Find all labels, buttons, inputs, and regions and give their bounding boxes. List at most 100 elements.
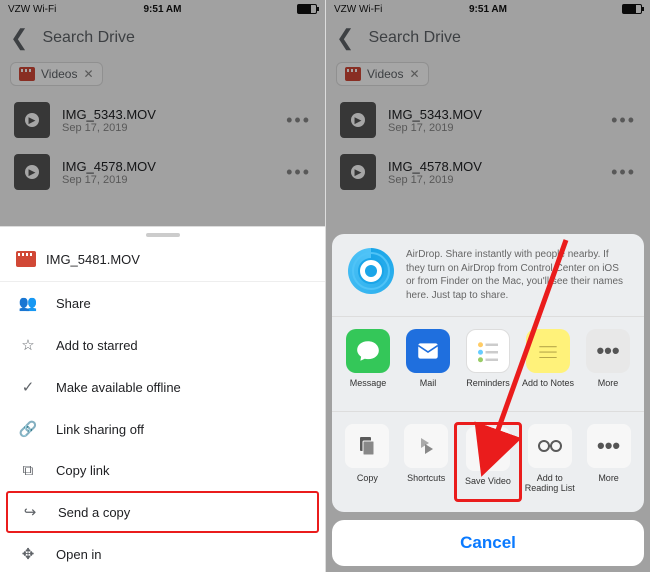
share-action-copy[interactable]: Copy (338, 424, 396, 500)
action-label: Add to Reading List (521, 474, 579, 494)
close-icon[interactable]: ✕ (409, 67, 419, 81)
star-icon: ☆ (18, 336, 38, 354)
ios-share-sheet: AirDrop. Share instantly with people nea… (332, 234, 644, 566)
glasses-icon (528, 424, 572, 468)
app-label: Add to Notes (522, 379, 574, 399)
menu-label: Link sharing off (56, 422, 144, 437)
cancel-button[interactable]: Cancel (332, 520, 644, 566)
file-row[interactable]: ▶ IMG_5343.MOV Sep 17, 2019 ••• (0, 94, 325, 146)
mail-icon (406, 329, 450, 373)
action-label: Copy (357, 474, 378, 494)
more-icon[interactable]: ••• (286, 162, 311, 183)
action-label: More (598, 474, 619, 494)
file-name: IMG_4578.MOV (62, 159, 274, 174)
menu-label: Make available offline (56, 380, 181, 395)
close-icon[interactable]: ✕ (83, 67, 93, 81)
shortcuts-icon (404, 424, 448, 468)
msg-icon (346, 329, 390, 373)
share-action-shortcuts[interactable]: Shortcuts (397, 424, 455, 500)
file-row[interactable]: ▶ IMG_4578.MOV Sep 17, 2019 ••• (0, 146, 325, 198)
share-apps-row: Message Mail Reminders Add to Notes ••• More (332, 317, 644, 412)
linkoff-icon: 🔗 (18, 420, 38, 438)
action-label: Save Video (465, 477, 511, 497)
page-title: Search Drive (42, 29, 134, 47)
left-phone: VZW Wi-Fi 9:51 AM ❮ Search Drive Videos … (0, 0, 325, 572)
more-icon: ••• (586, 329, 630, 373)
openin-icon: ✥ (18, 545, 38, 563)
menu-item-copylink[interactable]: ⧉ Copy link (0, 450, 325, 491)
file-row[interactable]: ▶ IMG_4578.MOV Sep 17, 2019 ••• (326, 146, 650, 198)
filter-chip-videos[interactable]: Videos ✕ (10, 62, 103, 86)
file-list: ▶ IMG_5343.MOV Sep 17, 2019 ••• ▶ IMG_45… (0, 90, 325, 202)
back-icon[interactable]: ❮ (336, 25, 354, 51)
video-icon (19, 67, 35, 81)
airdrop-icon (348, 248, 394, 294)
file-list: ▶ IMG_5343.MOV Sep 17, 2019 ••• ▶ IMG_45… (326, 90, 650, 202)
copy-icon (345, 424, 389, 468)
app-label: Reminders (466, 379, 510, 399)
send-icon: ↪ (20, 503, 40, 521)
file-date: Sep 17, 2019 (388, 174, 599, 186)
save-icon (466, 427, 510, 471)
nav-bar: ❮ Search Drive (0, 18, 325, 58)
share-action-add-to-reading-list[interactable]: Add to Reading List (521, 424, 579, 500)
share-icon: 👥 (18, 294, 38, 312)
file-row[interactable]: ▶ IMG_5343.MOV Sep 17, 2019 ••• (326, 94, 650, 146)
airdrop-text: AirDrop. Share instantly with people nea… (406, 248, 628, 302)
status-bar: VZW Wi-Fi 9:51 AM (326, 0, 650, 18)
action-sheet: IMG_5481.MOV 👥 Share ☆ Add to starred ✓ Make … (0, 226, 325, 572)
offline-icon: ✓ (18, 378, 38, 396)
more-icon[interactable]: ••• (611, 162, 636, 183)
menu-item-star[interactable]: ☆ Add to starred (0, 324, 325, 366)
more-icon: ••• (587, 424, 631, 468)
file-name: IMG_4578.MOV (388, 159, 599, 174)
menu-item-offline[interactable]: ✓ Make available offline (0, 366, 325, 408)
share-action-more[interactable]: ••• More (580, 424, 638, 500)
share-app-mail[interactable]: Mail (399, 329, 457, 399)
file-name: IMG_5343.MOV (62, 107, 274, 122)
app-label: Message (350, 379, 387, 399)
file-date: Sep 17, 2019 (62, 122, 274, 134)
more-icon[interactable]: ••• (611, 110, 636, 131)
menu-label: Copy link (56, 463, 109, 478)
page-title: Search Drive (368, 29, 460, 47)
menu-label: Open in (56, 547, 102, 562)
menu-label: Add to starred (56, 338, 138, 353)
right-phone: VZW Wi-Fi 9:51 AM ❮ Search Drive Videos … (325, 0, 650, 572)
video-thumb-icon: ▶ (340, 154, 376, 190)
menu-label: Share (56, 296, 91, 311)
sheet-header: IMG_5481.MOV (0, 237, 325, 282)
sheet-filename: IMG_5481.MOV (46, 252, 140, 267)
video-icon (345, 67, 361, 81)
file-date: Sep 17, 2019 (62, 174, 274, 186)
status-bar: VZW Wi-Fi 9:51 AM (0, 0, 325, 18)
menu-item-linkoff[interactable]: 🔗 Link sharing off (0, 408, 325, 450)
video-icon (16, 251, 36, 267)
video-thumb-icon: ▶ (340, 102, 376, 138)
battery-icon (297, 4, 317, 14)
app-label: More (598, 379, 619, 399)
app-label: Mail (420, 379, 437, 399)
share-action-save-video[interactable]: Save Video (459, 427, 517, 497)
file-name: IMG_5343.MOV (388, 107, 599, 122)
share-app-more[interactable]: ••• More (579, 329, 637, 399)
battery-icon (622, 4, 642, 14)
note-icon (526, 329, 570, 373)
video-thumb-icon: ▶ (14, 102, 50, 138)
share-app-reminders[interactable]: Reminders (459, 329, 517, 399)
copylink-icon: ⧉ (18, 462, 38, 479)
menu-item-openin[interactable]: ✥ Open in (0, 533, 325, 572)
menu-item-share[interactable]: 👥 Share (0, 282, 325, 324)
menu-item-send[interactable]: ↪ Send a copy (6, 491, 319, 533)
more-icon[interactable]: ••• (286, 110, 311, 131)
airdrop-row[interactable]: AirDrop. Share instantly with people nea… (332, 234, 644, 317)
nav-bar: ❮ Search Drive (326, 18, 650, 58)
menu-label: Send a copy (58, 505, 130, 520)
clock: 9:51 AM (326, 4, 650, 15)
back-icon[interactable]: ❮ (10, 25, 28, 51)
share-app-message[interactable]: Message (339, 329, 397, 399)
filter-chip-videos[interactable]: Videos ✕ (336, 62, 429, 86)
chip-label: Videos (367, 67, 403, 81)
chip-label: Videos (41, 67, 77, 81)
share-app-add-to-notes[interactable]: Add to Notes (519, 329, 577, 399)
